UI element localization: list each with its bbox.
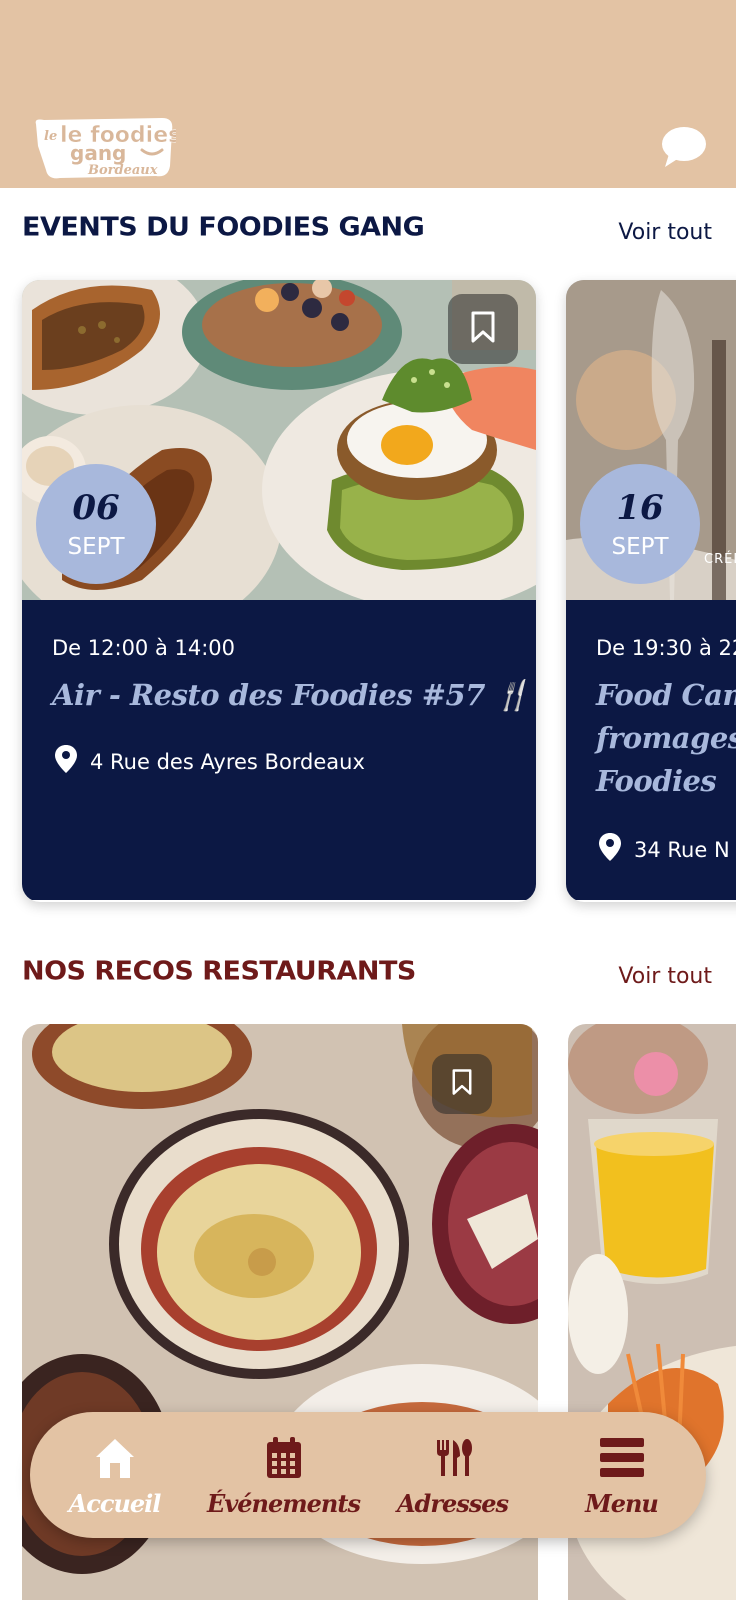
chat-button[interactable]: [660, 124, 708, 172]
event-info-panel: De 12:00 à 14:00 Air - Resto des Foodies…: [22, 600, 536, 900]
bookmark-button[interactable]: [432, 1054, 492, 1114]
nav-home-label: Accueil: [68, 1488, 162, 1518]
chat-bubble-icon: [661, 124, 707, 173]
bookmark-icon: [451, 1068, 473, 1101]
event-address: 34 Rue N: [634, 837, 730, 862]
event-title-line: Food Cami: [596, 678, 736, 712]
menu-icon: [597, 1433, 647, 1483]
map-pin-icon: [54, 744, 78, 779]
nav-addresses[interactable]: Adresses: [378, 1420, 528, 1530]
restaurants-see-all-link[interactable]: Voir tout: [618, 964, 712, 989]
svg-text:Bordeaux: Bordeaux: [87, 163, 158, 178]
event-date-day: 06: [72, 488, 120, 528]
map-pin-icon: [598, 832, 622, 867]
event-date-month: SEPT: [67, 534, 125, 560]
events-section-title: EVENTS DU FOODIES GANG: [22, 212, 425, 243]
nav-events-label: Événements: [207, 1488, 361, 1518]
event-address: 4 Rue des Ayres Bordeaux: [90, 749, 365, 774]
event-date-badge: 06 SEPT: [36, 464, 156, 584]
event-date-day: 16: [616, 488, 664, 528]
event-card[interactable]: 16 SEPT CRÉD De 19:30 à 22 Food Cami fro…: [566, 280, 736, 902]
event-address-row: 34 Rue N: [598, 832, 730, 867]
event-address-row: 4 Rue des Ayres Bordeaux: [54, 744, 365, 779]
bookmark-icon: [470, 310, 496, 349]
event-time: De 12:00 à 14:00: [52, 636, 236, 660]
event-title: Food Cami fromages & Foodies 🍷: [596, 674, 736, 803]
foodies-gang-logo[interactable]: le le foodies gang Bordeaux: [30, 116, 181, 182]
home-screen: le le foodies gang Bordeaux EVENTS DU FO…: [0, 0, 736, 1600]
event-title-line: fromages &: [596, 721, 736, 755]
app-header: le le foodies gang Bordeaux: [0, 0, 736, 188]
event-date-badge: 16 SEPT: [580, 464, 700, 584]
event-info-panel: De 19:30 à 22 Food Cami fromages & Foodi…: [566, 600, 736, 900]
svg-text:gang: gang: [70, 141, 126, 165]
home-icon: [90, 1433, 140, 1483]
cutlery-icon: [428, 1433, 478, 1483]
nav-menu[interactable]: Menu: [547, 1420, 697, 1530]
calendar-icon: [259, 1433, 309, 1483]
event-date-month: SEPT: [611, 534, 669, 560]
event-title: Air - Resto des Foodies #57 🍴: [52, 678, 531, 712]
bookmark-button[interactable]: [448, 294, 518, 364]
nav-events[interactable]: Événements: [207, 1420, 361, 1530]
event-time: De 19:30 à 22: [596, 636, 736, 660]
bottom-navigation: Accueil Événements Adresses Menu: [30, 1412, 706, 1538]
nav-menu-label: Menu: [585, 1488, 659, 1518]
events-see-all-link[interactable]: Voir tout: [618, 220, 712, 245]
photo-credit: CRÉD: [704, 552, 736, 567]
event-title-line: Foodies 🍷: [596, 764, 736, 798]
event-card[interactable]: 06 SEPT De 12:00 à 14:00 Air - Resto des…: [22, 280, 536, 902]
restaurants-section-title: NOS RECOS RESTAURANTS: [22, 956, 416, 987]
svg-text:le: le: [44, 129, 57, 144]
nav-home[interactable]: Accueil: [40, 1420, 190, 1530]
nav-addresses-label: Adresses: [396, 1488, 509, 1518]
